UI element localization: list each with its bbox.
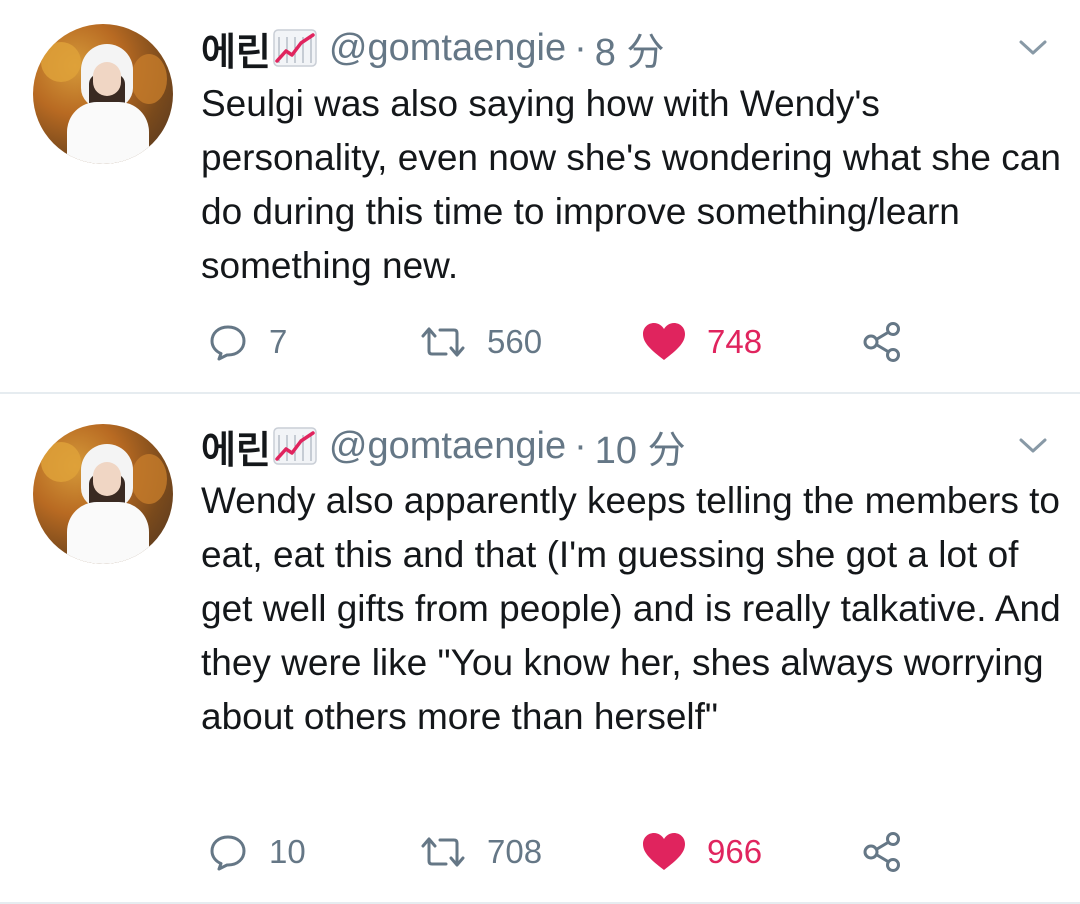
tweet-actions: 10 708 966 — [201, 828, 961, 876]
user-handle[interactable]: @gomtaengie — [329, 425, 566, 468]
separator-dot: · — [574, 424, 587, 467]
like-count: 748 — [707, 323, 763, 360]
user-handle[interactable]: @gomtaengie — [329, 27, 566, 70]
like-button[interactable]: 966 — [641, 828, 762, 876]
separator-dot: · — [574, 26, 587, 69]
retweet-count: 708 — [487, 833, 543, 870]
tweet-actions: 7 560 748 — [201, 318, 961, 366]
share-icon — [863, 832, 900, 872]
chart-increasing-emoji-icon — [273, 29, 317, 67]
tweet[interactable]: 에린 @gomtaengie · 10 分 Wendy also apparen… — [0, 394, 1080, 904]
avatar[interactable] — [33, 24, 173, 164]
chart-increasing-emoji-icon — [273, 427, 317, 465]
tweet-text: Wendy also apparently keeps telling the … — [201, 480, 1061, 737]
avatar[interactable] — [33, 424, 173, 564]
like-button[interactable]: 748 — [641, 318, 762, 366]
display-name[interactable]: 에린 — [201, 419, 271, 474]
chevron-down-icon[interactable] — [1016, 432, 1050, 458]
retweet-button[interactable]: 708 — [419, 828, 542, 876]
heart-icon — [643, 323, 685, 360]
like-count: 966 — [707, 833, 763, 870]
timestamp[interactable]: 10 分 — [595, 419, 686, 474]
timestamp[interactable]: 8 分 — [595, 21, 665, 76]
reply-icon — [210, 325, 246, 361]
share-button[interactable] — [861, 318, 903, 366]
reply-count: 7 — [269, 323, 288, 360]
reply-button[interactable]: 10 — [207, 828, 306, 876]
tweet[interactable]: 에린 @gomtaengie · 8 分 Seulgi was also say… — [0, 0, 1080, 394]
reply-count: 10 — [269, 833, 306, 870]
share-button[interactable] — [861, 828, 903, 876]
retweet-icon — [421, 327, 465, 357]
display-name[interactable]: 에린 — [201, 21, 271, 76]
share-icon — [863, 322, 900, 362]
tweet-header: 에린 @gomtaengie · 10 分 — [201, 424, 686, 472]
retweet-button[interactable]: 560 — [419, 318, 542, 366]
reply-button[interactable]: 7 — [207, 318, 287, 366]
retweet-count: 560 — [487, 323, 543, 360]
tweet-text: Seulgi was also saying how with Wendy's … — [201, 83, 1061, 286]
chevron-down-icon[interactable] — [1016, 34, 1050, 60]
tweet-header: 에린 @gomtaengie · 8 分 — [201, 26, 664, 74]
reply-icon — [210, 835, 246, 871]
retweet-icon — [421, 837, 465, 867]
heart-icon — [643, 833, 685, 870]
